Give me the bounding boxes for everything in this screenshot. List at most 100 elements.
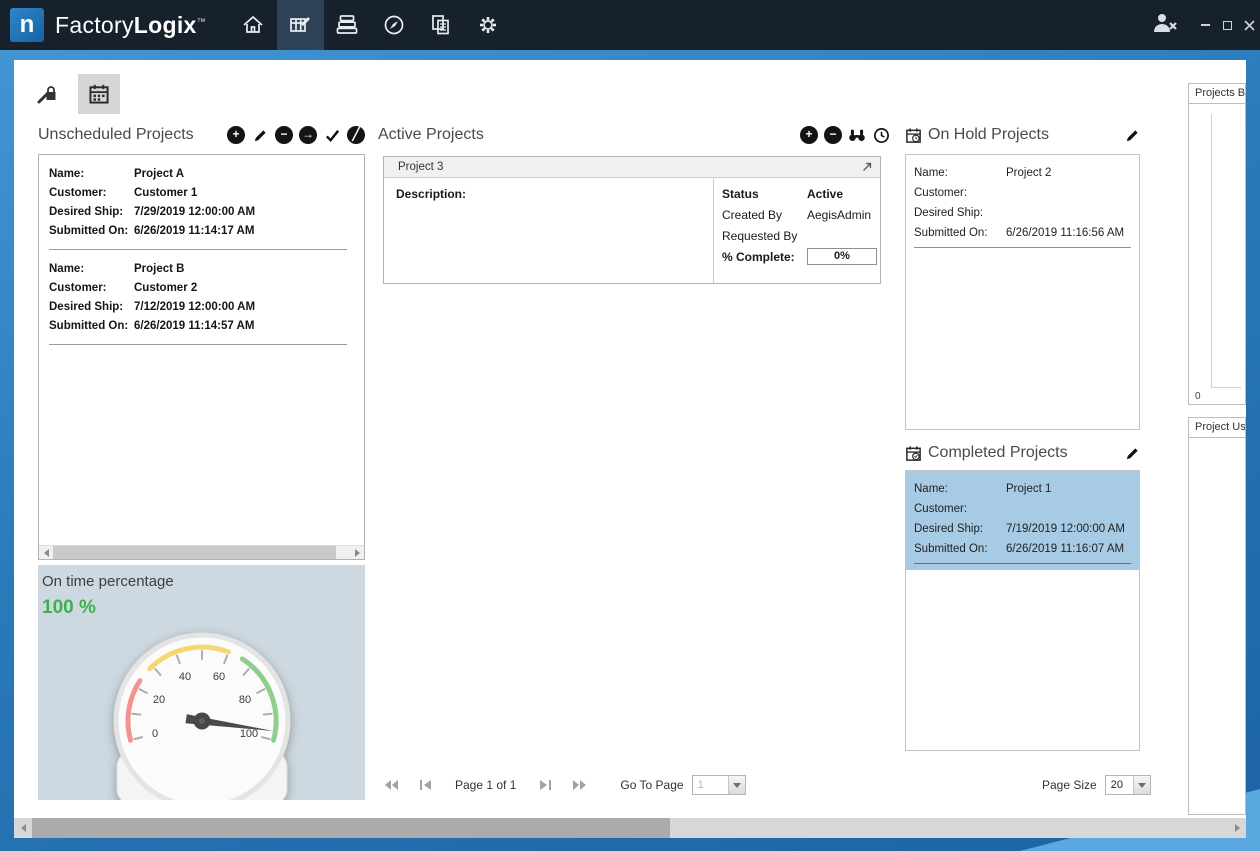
minimize-icon xyxy=(1201,24,1210,26)
completed-list: Name:Project 1 Customer: Desired Ship:7/… xyxy=(905,470,1140,751)
nav-settings-button[interactable] xyxy=(465,0,512,50)
minimize-button[interactable] xyxy=(1194,15,1216,35)
scrollbar-thumb[interactable] xyxy=(32,818,670,838)
chevron-down-icon xyxy=(1138,783,1146,788)
edit-completed-button[interactable] xyxy=(1125,446,1140,461)
binoculars-icon xyxy=(848,128,866,142)
chevron-down-icon xyxy=(733,783,741,788)
name-label: Name: xyxy=(49,165,134,184)
percent-complete-value: 0% xyxy=(807,248,877,265)
submitted-on-label: Submitted On: xyxy=(49,317,134,336)
edit-on-hold-button[interactable] xyxy=(1125,128,1140,143)
list-item[interactable]: Name:Project 2 Customer: Desired Ship: S… xyxy=(906,155,1139,248)
edit-project-button[interactable] xyxy=(251,126,269,144)
customer-label: Customer: xyxy=(914,183,1006,203)
submitted-on-value: 6/26/2019 11:16:07 AM xyxy=(1006,539,1124,559)
active-project-card[interactable]: Project 3 Description: Status Active C xyxy=(383,156,881,284)
pager-first-button[interactable] xyxy=(383,778,399,792)
cancel-project-button[interactable]: ╱ xyxy=(347,126,365,144)
gear-icon xyxy=(475,12,501,38)
item-separator xyxy=(49,344,347,345)
item-separator xyxy=(914,563,1131,564)
tab-scheduling[interactable] xyxy=(78,74,120,114)
nav-npi-button[interactable] xyxy=(277,0,324,50)
nav-home-button[interactable] xyxy=(230,0,277,50)
pager-prev-button[interactable] xyxy=(417,778,433,792)
last-page-icon xyxy=(572,779,588,791)
project-name: Project B xyxy=(134,260,185,279)
logout-user-button[interactable] xyxy=(1151,11,1178,39)
go-to-page-combo[interactable]: 1 xyxy=(692,775,746,795)
right-arrow-icon xyxy=(355,549,360,557)
on-time-value: 100 % xyxy=(38,590,365,619)
status-value: Active xyxy=(807,187,843,201)
list-item-selected[interactable]: Name:Project 1 Customer: Desired Ship:7/… xyxy=(906,471,1139,570)
scroll-left-arrow[interactable] xyxy=(39,546,53,560)
scroll-right-arrow[interactable] xyxy=(350,546,364,560)
requested-by-label: Requested By xyxy=(722,229,807,243)
add-project-button[interactable]: + xyxy=(227,126,245,144)
tab-tools[interactable] xyxy=(26,74,68,114)
unscheduled-projects-title: Unscheduled Projects xyxy=(38,126,194,144)
left-arrow-icon xyxy=(21,824,26,832)
go-to-page-dropdown-button[interactable] xyxy=(728,776,745,794)
scroll-right-arrow[interactable] xyxy=(1228,818,1246,838)
right-arrow-icon xyxy=(1235,824,1240,832)
page-size-combo[interactable]: 20 xyxy=(1105,775,1151,795)
card-divider xyxy=(713,178,714,283)
nav-documents-button[interactable] xyxy=(418,0,465,50)
name-label: Name: xyxy=(914,479,1006,499)
nav-materials-button[interactable] xyxy=(324,0,371,50)
documents-icon xyxy=(428,12,454,38)
remove-active-button[interactable]: − xyxy=(824,126,842,144)
add-active-button[interactable]: + xyxy=(800,126,818,144)
calendar-icon xyxy=(88,83,110,105)
history-button[interactable] xyxy=(872,126,890,144)
created-by-label: Created By xyxy=(722,208,807,222)
on-hold-list: Name:Project 2 Customer: Desired Ship: S… xyxy=(905,154,1140,430)
pager-next-button[interactable] xyxy=(538,778,554,792)
layers-icon xyxy=(334,12,360,38)
pager-last-button[interactable] xyxy=(572,778,588,792)
desired-ship-value: 7/12/2019 12:00:00 AM xyxy=(134,298,255,317)
scroll-left-arrow[interactable] xyxy=(14,818,32,838)
percent-complete-label: % Complete: xyxy=(722,250,807,264)
pencil-icon xyxy=(253,128,268,143)
main-horizontal-scrollbar[interactable] xyxy=(14,818,1246,838)
description-label: Description: xyxy=(396,187,466,201)
remove-project-button[interactable]: − xyxy=(275,126,293,144)
app-window: n FactoryLogix™ xyxy=(0,0,1260,851)
close-button[interactable] xyxy=(1238,15,1260,35)
customer-label: Customer: xyxy=(49,184,134,203)
desired-ship-label: Desired Ship: xyxy=(49,298,134,317)
search-projects-button[interactable] xyxy=(848,126,866,144)
main-content: Unscheduled Projects + − → ╱ xyxy=(14,60,1246,838)
move-project-button[interactable]: → xyxy=(299,126,317,144)
list-item[interactable]: Name:Project A Customer:Customer 1 Desir… xyxy=(39,155,364,250)
wrench-lock-icon xyxy=(36,83,58,105)
project-usage-panel-body xyxy=(1188,438,1246,815)
window-controls xyxy=(1151,11,1260,39)
page-size-dropdown-button[interactable] xyxy=(1133,776,1150,794)
submitted-on-label: Submitted On: xyxy=(49,222,134,241)
unscheduled-projects-list: Name:Project A Customer:Customer 1 Desir… xyxy=(38,154,365,560)
expand-icon xyxy=(861,161,873,173)
desired-ship-label: Desired Ship: xyxy=(49,203,134,222)
list-horizontal-scrollbar[interactable] xyxy=(39,545,364,559)
expand-card-button[interactable] xyxy=(861,161,873,173)
titlebar: n FactoryLogix™ xyxy=(0,0,1260,50)
scrollbar-thumb[interactable] xyxy=(53,546,336,560)
trademark: ™ xyxy=(197,16,206,26)
list-item[interactable]: Name:Project B Customer:Customer 2 Desir… xyxy=(39,250,364,345)
item-separator xyxy=(914,247,1131,248)
submitted-on-label: Submitted On: xyxy=(914,539,1006,559)
app-logo: n xyxy=(10,8,44,42)
pager: Page 1 of 1 Go To Page 1 xyxy=(383,774,746,796)
approve-project-button[interactable] xyxy=(323,126,341,144)
card-meta: Status Active Created By AegisAdmin Requ… xyxy=(722,183,877,267)
nav-logistics-button[interactable] xyxy=(371,0,418,50)
projects-by-chart: 0 xyxy=(1188,104,1246,405)
maximize-button[interactable] xyxy=(1216,15,1238,35)
axis-zero-label: 0 xyxy=(1195,391,1201,402)
projects-by-title: Projects B xyxy=(1195,87,1245,99)
